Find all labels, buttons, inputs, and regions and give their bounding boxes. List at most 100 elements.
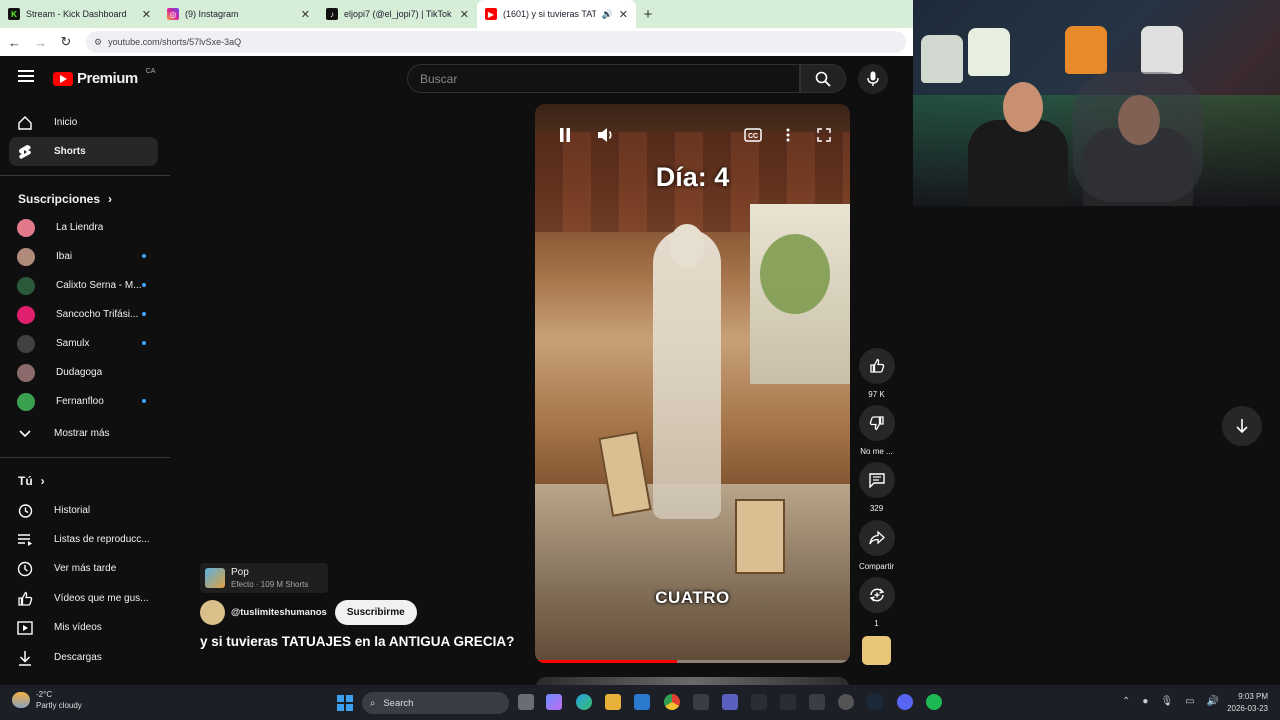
channel-avatar[interactable] [200, 600, 225, 625]
share-icon [868, 531, 885, 545]
close-icon[interactable]: ✕ [301, 8, 310, 21]
chevron-up-icon[interactable]: ⌃ [1122, 696, 1130, 707]
show-more-button[interactable]: Mostrar más [9, 419, 158, 448]
task-view-icon[interactable] [518, 694, 534, 710]
search-input[interactable]: Buscar [407, 64, 800, 93]
you-heading[interactable]: Tú › [18, 474, 45, 488]
subscription-item[interactable]: Sancocho Trifási... [9, 300, 158, 329]
obs-icon[interactable] [838, 694, 854, 710]
app-tray-icon[interactable]: ● [1142, 696, 1148, 707]
sidebar-item-shorts[interactable]: Shorts [9, 137, 158, 166]
file-explorer-icon[interactable] [605, 694, 621, 710]
dislike-button[interactable] [858, 405, 895, 441]
chrome-icon[interactable] [664, 694, 680, 710]
subscription-item[interactable]: Ibai [9, 242, 158, 271]
subscription-item[interactable]: Samulx [9, 329, 158, 358]
tab-instagram[interactable]: ◎ (9) Instagram ✕ [159, 0, 318, 28]
spotify-icon[interactable] [926, 694, 942, 710]
back-icon[interactable]: ← [8, 35, 21, 50]
tab-tiktok[interactable]: ♪ eljopi7 (@el_jopi7) | TikTok ✕ [318, 0, 477, 28]
copilot-icon[interactable] [546, 694, 562, 710]
display-icon[interactable]: ▭ [1185, 696, 1194, 707]
share-action: Compartir [858, 520, 895, 571]
microphone-icon[interactable]: 🎙 [1160, 696, 1173, 707]
like-button[interactable] [858, 348, 895, 384]
clock[interactable]: 9:03 PM 2026-03-23 [1222, 691, 1268, 715]
reload-icon[interactable]: ↻ [60, 34, 72, 50]
remix-button[interactable] [858, 577, 895, 613]
share-button[interactable] [858, 520, 895, 556]
sidebar-item-label: Mis vídeos [54, 622, 102, 633]
system-tray: ⌃ ● 🎙 ▭ 🔊 [1122, 696, 1219, 707]
volume-icon[interactable] [595, 124, 617, 146]
channel-name[interactable]: @tuslimiteshumanos [231, 607, 327, 618]
capcut-icon[interactable] [780, 694, 796, 710]
sidebar-item-history[interactable]: Historial [9, 496, 158, 525]
subscribe-button[interactable]: Suscribirme [334, 600, 417, 625]
comments-button[interactable] [858, 462, 895, 498]
subscription-item[interactable]: Calixto Serna - M... [9, 271, 158, 300]
video-caption: CUATRO [655, 588, 730, 607]
captions-icon[interactable]: CC [742, 124, 764, 146]
subscription-item[interactable]: La Liendra [9, 213, 158, 242]
clock-time: 9:03 PM [1238, 692, 1268, 701]
tab-kick[interactable]: K Stream - Kick Dashboard ✕ [0, 0, 159, 28]
discord-icon[interactable] [897, 694, 913, 710]
webcam-overlay [913, 0, 1280, 206]
close-icon[interactable]: ✕ [619, 8, 628, 21]
next-short-preview[interactable] [536, 677, 849, 685]
dislike-label: No me ... [860, 447, 893, 456]
search-button[interactable] [800, 64, 846, 93]
voice-search-button[interactable] [858, 64, 888, 94]
url-field[interactable]: ⚙ youtube.com/shorts/57lvSxe-3aQ [86, 31, 906, 53]
close-icon[interactable]: ✕ [142, 8, 151, 21]
volume-icon[interactable]: 🔊 [1207, 696, 1219, 707]
subscription-item[interactable]: Dudagoga [9, 358, 158, 387]
steam-icon[interactable] [867, 694, 883, 710]
close-icon[interactable]: ✕ [460, 8, 469, 21]
windows-start-icon[interactable] [337, 695, 353, 711]
subscriptions-heading[interactable]: Suscripciones › [18, 192, 112, 206]
store-icon[interactable] [693, 694, 709, 710]
home-icon [17, 115, 33, 131]
app-icon[interactable] [751, 694, 767, 710]
new-tab-button[interactable]: + [636, 6, 660, 23]
app-icon[interactable] [809, 694, 825, 710]
weather-widget[interactable]: -2°C Partly cloudy [12, 689, 82, 711]
speaker-icon[interactable]: 🔊 [602, 9, 613, 20]
new-content-dot [142, 399, 146, 403]
sidebar-item-liked-videos[interactable]: Vídeos que me gus... [9, 584, 158, 613]
app-icon[interactable] [722, 694, 738, 710]
short-title[interactable]: y si tuvieras TATUAJES en la ANTIGUA GRE… [200, 634, 514, 649]
avatar [17, 247, 35, 266]
site-info-icon[interactable]: ⚙ [94, 37, 102, 48]
music-chip[interactable]: Pop Efecto · 109 M Shorts [200, 563, 328, 593]
pause-icon[interactable] [554, 124, 576, 146]
fullscreen-icon[interactable] [813, 124, 835, 146]
channel-thumbnail[interactable] [862, 636, 891, 665]
chevron-down-icon [17, 426, 33, 442]
edge-icon[interactable] [576, 694, 592, 710]
video-frame-statue [653, 229, 721, 519]
taskbar-search[interactable]: ⌕ Search [362, 692, 509, 714]
more-options-icon[interactable] [777, 124, 799, 146]
wall-jersey [1065, 26, 1107, 74]
outlook-icon[interactable] [634, 694, 650, 710]
sidebar-item-inicio[interactable]: Inicio [9, 108, 158, 137]
avatar [17, 305, 35, 324]
sidebar-item-watch-later[interactable]: Ver más tarde [9, 554, 158, 583]
subscriptions-title: Suscripciones [18, 192, 101, 206]
video-progress-bar[interactable] [535, 660, 850, 663]
comments-action: 329 [858, 462, 895, 513]
sidebar-item-playlists[interactable]: Listas de reproducc... [9, 525, 158, 554]
svg-text:CC: CC [748, 133, 758, 140]
forward-icon[interactable]: → [34, 35, 47, 50]
subscription-item[interactable]: Fernanfloo [9, 387, 158, 416]
sidebar-item-downloads[interactable]: Descargas [9, 643, 158, 672]
you-title: Tú [18, 474, 33, 488]
next-short-button[interactable] [1222, 406, 1262, 446]
short-video-player[interactable]: CC Día: 4 CUATRO [535, 104, 850, 663]
sidebar-item-my-videos[interactable]: Mis vídeos [9, 613, 158, 642]
sidebar-item-label: Historial [54, 505, 91, 516]
tab-youtube[interactable]: ▶ (1601) y si tuvieras TATUAJES 🔊 ✕ [477, 0, 636, 28]
